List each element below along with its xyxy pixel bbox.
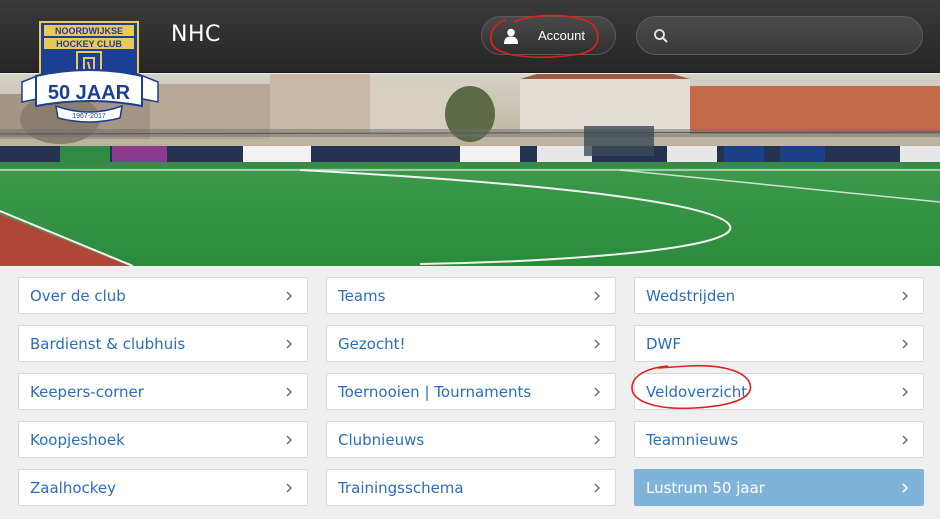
- menu-item-label: Teams: [338, 287, 386, 305]
- menu-item-dwf[interactable]: DWF: [634, 325, 924, 362]
- menu-item-label: Teamnieuws: [646, 431, 739, 449]
- menu-item-label: Gezocht!: [338, 335, 406, 353]
- menu-item-gezocht[interactable]: Gezocht!: [326, 325, 616, 362]
- menu-item-label: Trainingsschema: [338, 479, 464, 497]
- logo-text-line1: NOORDWIJKSE: [55, 26, 123, 36]
- menu-item-label: Clubnieuws: [338, 431, 425, 449]
- account-label: Account: [538, 28, 585, 43]
- search-box[interactable]: [636, 16, 923, 55]
- account-button[interactable]: Account: [481, 16, 616, 55]
- site-title[interactable]: NHC: [171, 22, 221, 47]
- menu-item-toernooien[interactable]: Toernooien | Tournaments: [326, 373, 616, 410]
- menu-item-label: Toernooien | Tournaments: [338, 383, 532, 401]
- menu-item-label: Zaalhockey: [30, 479, 117, 497]
- menu-item-label: Veldoverzicht: [646, 383, 748, 401]
- menu-item-label: Lustrum 50 jaar: [646, 479, 765, 497]
- menu-item-label: DWF: [646, 335, 682, 353]
- chevron-right-icon: [902, 483, 909, 493]
- chevron-right-icon: [594, 291, 600, 301]
- menu-item-teamnieuws[interactable]: Teamnieuws: [634, 421, 924, 458]
- chevron-right-icon: [286, 435, 292, 445]
- menu-item-lustrum-50-jaar[interactable]: Lustrum 50 jaar: [634, 469, 924, 506]
- search-icon: [654, 29, 668, 43]
- menu-item-over-de-club[interactable]: Over de club: [18, 277, 308, 314]
- menu-item-wedstrijden[interactable]: Wedstrijden: [634, 277, 924, 314]
- chevron-right-icon: [902, 435, 908, 445]
- menu-item-bardienst-clubhuis[interactable]: Bardienst & clubhuis: [18, 325, 308, 362]
- menu-item-trainingsschema[interactable]: Trainingsschema: [326, 469, 616, 506]
- menu-item-veldoverzicht[interactable]: Veldoverzicht: [634, 373, 924, 410]
- chevron-right-icon: [286, 339, 292, 349]
- logo-text-line2: HOCKEY CLUB: [56, 39, 122, 49]
- chevron-right-icon: [286, 291, 292, 301]
- menu-item-clubnieuws[interactable]: Clubnieuws: [326, 421, 616, 458]
- chevron-right-icon: [902, 339, 908, 349]
- chevron-right-icon: [594, 435, 600, 445]
- chevron-right-icon: [594, 339, 600, 349]
- menu-item-keepers-corner[interactable]: Keepers-corner: [18, 373, 308, 410]
- chevron-right-icon: [594, 387, 600, 397]
- menu-item-label: Bardienst & clubhuis: [30, 335, 186, 353]
- chevron-right-icon: [286, 387, 292, 397]
- club-logo[interactable]: NOORDWIJKSE HOCKEY CLUB 50 JAAR 1967-201…: [20, 14, 160, 126]
- menu-item-label: Wedstrijden: [646, 287, 736, 305]
- chevron-right-icon: [902, 387, 908, 397]
- chevron-right-icon: [286, 483, 292, 493]
- chevron-right-icon: [902, 291, 908, 301]
- menu-item-teams[interactable]: Teams: [326, 277, 616, 314]
- menu-item-zaalhockey[interactable]: Zaalhockey: [18, 469, 308, 506]
- menu-item-koopjeshoek[interactable]: Koopjeshoek: [18, 421, 308, 458]
- chevron-right-icon: [594, 483, 600, 493]
- menu-grid: Over de club Bardienst & clubhuis Keeper…: [0, 266, 940, 519]
- menu-item-label: Koopjeshoek: [30, 431, 125, 449]
- logo-anniversary: 50 JAAR: [48, 82, 131, 104]
- logo-years: 1967-2017: [72, 113, 106, 120]
- search-input[interactable]: [677, 23, 913, 49]
- menu-item-label: Keepers-corner: [30, 383, 144, 401]
- menu-item-label: Over de club: [30, 287, 126, 305]
- user-icon: [504, 28, 518, 44]
